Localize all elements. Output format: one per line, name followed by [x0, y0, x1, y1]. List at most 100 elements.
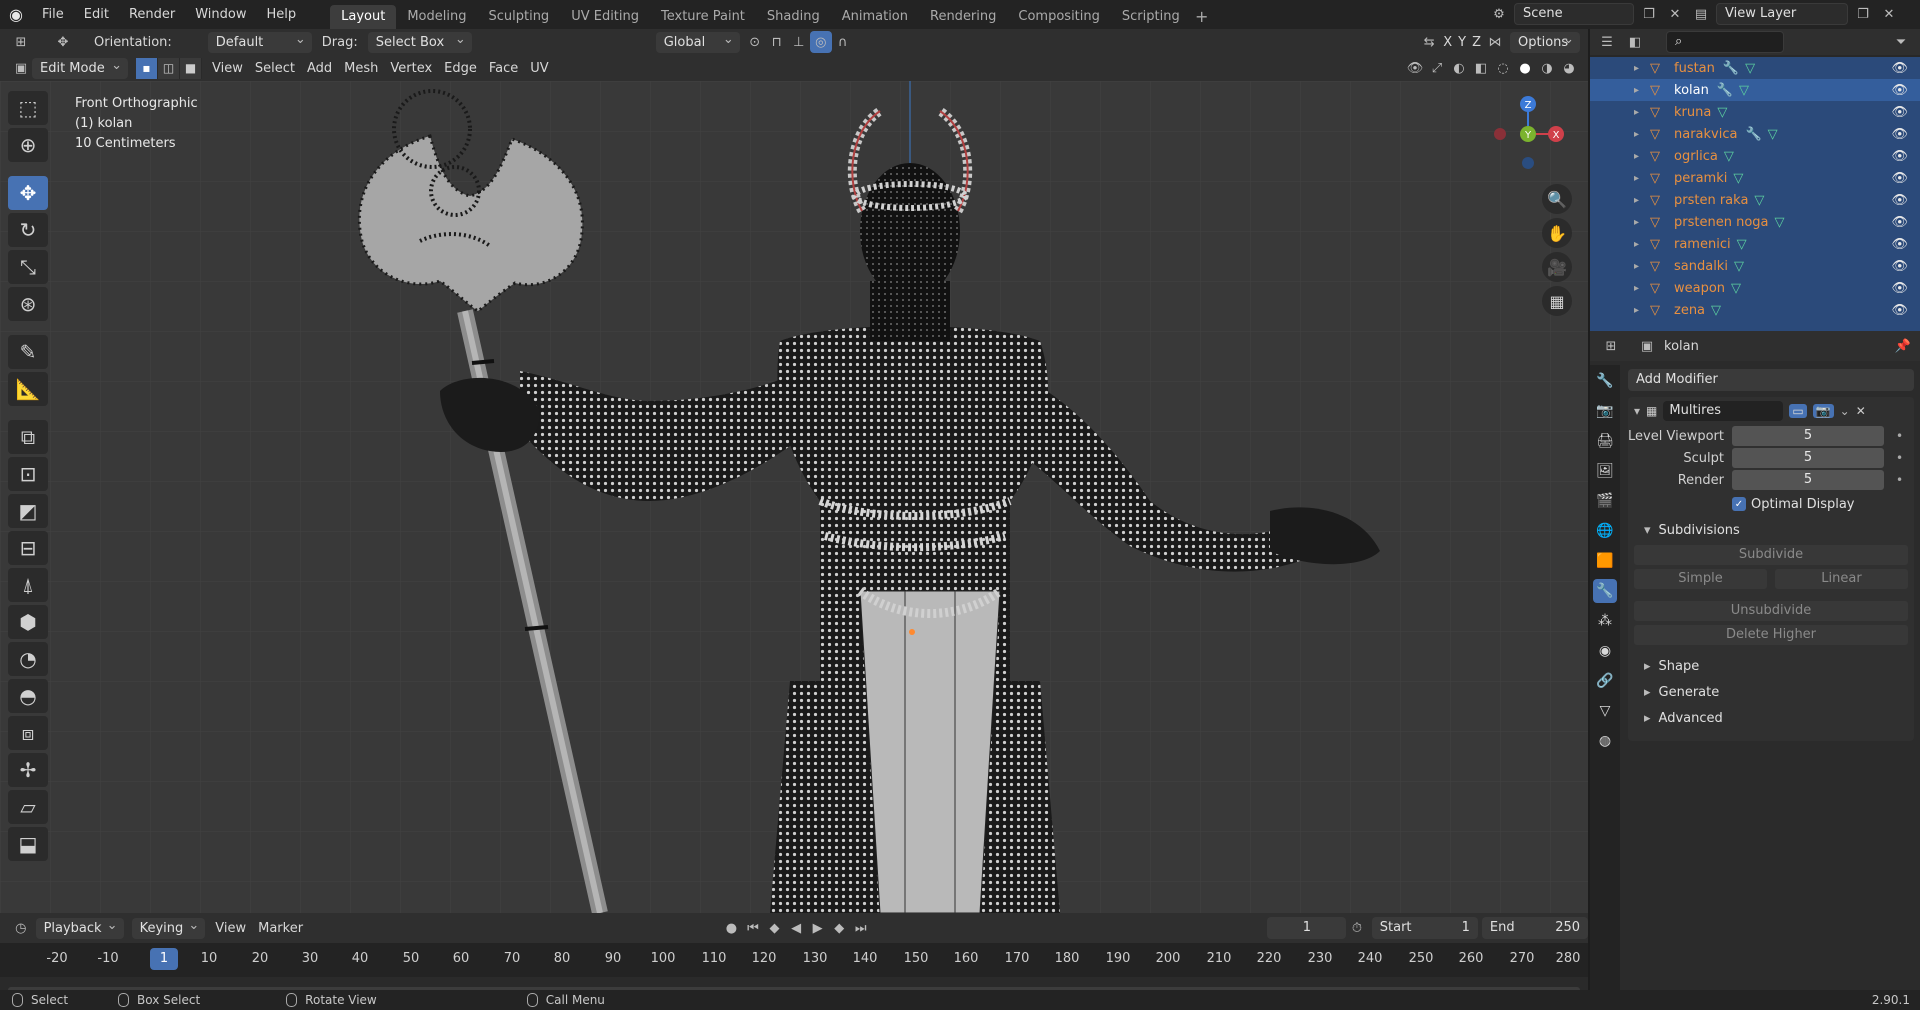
modifier-tab-icon[interactable]: 🔧	[1593, 579, 1617, 603]
eye-icon[interactable]: 👁	[1891, 127, 1908, 142]
shape-subpanel[interactable]: ▸ Shape	[1628, 653, 1914, 679]
rip-region-icon[interactable]: ⬓	[8, 827, 48, 861]
tab-layout[interactable]: Layout	[330, 5, 397, 29]
menu-mesh[interactable]: Mesh	[338, 61, 384, 76]
zoom-icon[interactable]: 🔍	[1542, 184, 1572, 214]
expand-icon[interactable]: ▸	[1634, 195, 1650, 206]
axis-y[interactable]: Y	[1455, 35, 1469, 50]
mode-dropdown[interactable]: Edit Mode	[32, 55, 128, 79]
expand-icon[interactable]: ▸	[1634, 63, 1650, 74]
marker-menu[interactable]: Marker	[252, 921, 309, 936]
smooth-icon[interactable]: ◓	[8, 679, 48, 713]
menu-select[interactable]: Select	[249, 61, 301, 76]
scale-icon[interactable]: ⤡	[8, 250, 48, 284]
outliner-item-ogrlica[interactable]: ▸ ▽ ogrlica ▽ 👁	[1590, 145, 1920, 167]
add-modifier-dropdown[interactable]: Add Modifier	[1628, 369, 1914, 391]
view-layer-icon[interactable]: ▤	[1690, 3, 1712, 25]
menu-help[interactable]: Help	[257, 4, 307, 26]
3d-viewport[interactable]: Front Orthographic (1) kolan 10 Centimet…	[0, 81, 1588, 913]
remove-modifier-icon[interactable]: ✕	[1856, 404, 1866, 418]
delete-view-layer-icon[interactable]: ✕	[1878, 3, 1900, 25]
expand-icon[interactable]: ▸	[1634, 107, 1650, 118]
expand-icon[interactable]: ▸	[1634, 151, 1650, 162]
pivot-icon[interactable]: ⊙	[744, 31, 766, 53]
snap-icon[interactable]: ⊓	[766, 31, 788, 53]
modifier-menu-icon[interactable]: ⌄	[1840, 404, 1850, 418]
display-mode-icon[interactable]: ◧	[1624, 31, 1646, 53]
mirror-icon[interactable]: ⇆	[1418, 31, 1440, 53]
face-select-icon[interactable]: ■	[180, 57, 202, 79]
outliner-editor-type-icon[interactable]: ☰	[1596, 31, 1618, 53]
delete-scene-icon[interactable]: ✕	[1664, 3, 1686, 25]
prev-keyframe-icon[interactable]: ◆	[764, 917, 786, 939]
annotate-icon[interactable]: ✎	[8, 335, 48, 369]
tab-sculpting[interactable]: Sculpting	[477, 5, 560, 29]
tab-scripting[interactable]: Scripting	[1111, 5, 1191, 29]
expand-icon[interactable]: ▸	[1634, 217, 1650, 228]
outliner-item-sandalki[interactable]: ▸ ▽ sandalki ▽ 👁	[1590, 255, 1920, 277]
outliner-item-zena[interactable]: ▸ ▽ zena ▽ 👁	[1590, 299, 1920, 321]
edge-select-icon[interactable]: ◫	[158, 57, 180, 79]
editor-type-icon[interactable]: ⊞	[10, 31, 32, 53]
menu-render[interactable]: Render	[119, 4, 185, 26]
keyframe-dot-icon[interactable]: •	[1896, 451, 1903, 465]
timeline-view-menu[interactable]: View	[209, 921, 252, 936]
optimal-display-checkbox[interactable]: ✓	[1732, 497, 1746, 511]
knife-icon[interactable]: ⍋	[8, 568, 48, 602]
falloff-icon[interactable]: ∩	[832, 31, 854, 53]
navigation-gizmo[interactable]: Z X Y	[1480, 86, 1570, 176]
axis-x[interactable]: X	[1440, 35, 1455, 50]
outliner-item-prstenen-noga[interactable]: ▸ ▽ prstenen noga ▽ 👁	[1590, 211, 1920, 233]
view-layer-field[interactable]: View Layer	[1716, 3, 1848, 25]
scene-tab-icon[interactable]: 🎬	[1593, 489, 1617, 513]
blender-logo-icon[interactable]: ◉	[0, 0, 32, 29]
poly-build-icon[interactable]: ⬢	[8, 605, 48, 639]
next-keyframe-icon[interactable]: ◆	[828, 917, 850, 939]
record-icon[interactable]: ●	[721, 917, 743, 939]
menu-edge[interactable]: Edge	[438, 61, 483, 76]
menu-uv[interactable]: UV	[524, 61, 554, 76]
expand-icon[interactable]: ▸	[1634, 85, 1650, 96]
drag-dropdown[interactable]: Select Box	[367, 29, 472, 53]
menu-edit[interactable]: Edit	[74, 4, 119, 26]
tab-texture-paint[interactable]: Texture Paint	[650, 5, 756, 29]
menu-add[interactable]: Add	[301, 61, 338, 76]
eye-icon[interactable]: 👁	[1891, 281, 1908, 296]
eye-icon[interactable]: 👁	[1891, 149, 1908, 164]
eye-icon[interactable]: 👁	[1891, 105, 1908, 120]
output-tab-icon[interactable]: 🖨	[1593, 429, 1617, 453]
world-tab-icon[interactable]: 🌐	[1593, 519, 1617, 543]
shrink-fatten-icon[interactable]: ✢	[8, 753, 48, 787]
jump-end-icon[interactable]: ⏭	[850, 917, 872, 939]
transform-icon[interactable]: ⊛	[8, 287, 48, 321]
subdivide-button[interactable]: Subdivide	[1634, 545, 1908, 565]
measure-icon[interactable]: 📐	[8, 372, 48, 406]
eye-icon[interactable]: 👁	[1891, 237, 1908, 252]
eye-icon[interactable]: 👁	[1891, 193, 1908, 208]
expand-icon[interactable]: ▸	[1634, 173, 1650, 184]
object-tab-icon[interactable]: 🟧	[1593, 549, 1617, 573]
menu-view[interactable]: View	[206, 61, 249, 76]
render-field[interactable]: 5	[1732, 470, 1884, 490]
modifier-name-field[interactable]: Multires	[1663, 401, 1784, 421]
ortho-grid-icon[interactable]: ▦	[1542, 286, 1572, 316]
timeline-ruler[interactable]: -20 -10 1 10 20 30 40 50 60 70 80 90 100…	[0, 943, 1588, 977]
menu-vertex[interactable]: Vertex	[384, 61, 438, 76]
optimal-display-row[interactable]: ✓ Optimal Display	[1628, 491, 1914, 517]
filter-icon[interactable]: ⏷	[1890, 31, 1912, 53]
tab-compositing[interactable]: Compositing	[1007, 5, 1111, 29]
eye-icon[interactable]: 👁	[1891, 259, 1908, 274]
properties-editor-type-icon[interactable]: ⊞	[1600, 335, 1622, 357]
eye-icon[interactable]: 👁	[1891, 171, 1908, 186]
auto-merge-icon[interactable]: ⋈	[1484, 31, 1506, 53]
jump-start-icon[interactable]: ⏮	[742, 917, 764, 939]
menu-window[interactable]: Window	[185, 4, 256, 26]
view-layer-tab-icon[interactable]: 🖼	[1593, 459, 1617, 483]
render-tab-icon[interactable]: 📷	[1593, 399, 1617, 423]
wireframe-shading-icon[interactable]: ◌	[1492, 57, 1514, 79]
tool-tab-icon[interactable]: 🔧	[1593, 369, 1617, 393]
timeline-editor-type-icon[interactable]: ◷	[10, 917, 32, 939]
expand-icon[interactable]: ▸	[1634, 305, 1650, 316]
physics-tab-icon[interactable]: ◉	[1593, 639, 1617, 663]
material-shading-icon[interactable]: ◑	[1536, 57, 1558, 79]
